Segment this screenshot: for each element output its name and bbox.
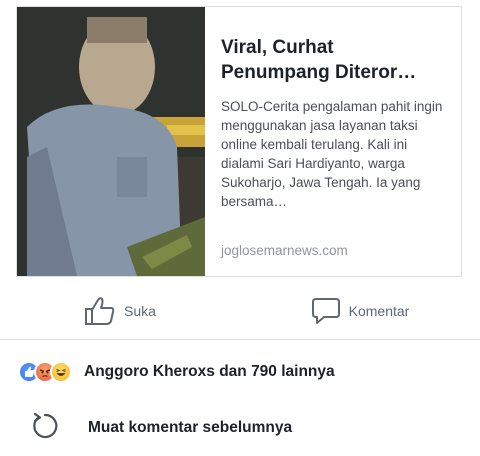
reactions-summary[interactable]: Anggoro Kheroxs dan 790 lainnya xyxy=(0,344,480,400)
comment-bubble-icon xyxy=(311,297,341,325)
reactions-summary-text[interactable]: Anggoro Kheroxs dan 790 lainnya xyxy=(84,363,335,381)
comment-label: Komentar xyxy=(348,302,410,319)
refresh-icon xyxy=(30,411,60,446)
like-button[interactable]: Suka xyxy=(0,282,240,339)
link-preview-image[interactable] xyxy=(17,7,205,276)
photo-placeholder xyxy=(17,7,205,276)
load-previous-comments-label[interactable]: Muat komentar sebelumnya xyxy=(88,419,292,437)
post-actions-bar: Suka Komentar xyxy=(0,282,480,340)
link-preview-card[interactable]: Viral, Curhat Penumpang Diteror… SOLO-Ce… xyxy=(16,6,462,277)
thumbs-up-icon xyxy=(84,296,116,326)
link-title[interactable]: Viral, Curhat Penumpang Diteror… xyxy=(221,35,447,85)
link-domain: joglosemarnews.com xyxy=(221,243,348,258)
haha-icon xyxy=(50,361,72,383)
like-label: Suka xyxy=(124,302,156,319)
load-previous-comments[interactable]: Muat komentar sebelumnya xyxy=(0,404,480,452)
reaction-icons xyxy=(18,361,72,383)
comment-button[interactable]: Komentar xyxy=(240,282,480,339)
link-description: SOLO-Cerita pengalaman pahit ingin mengg… xyxy=(221,99,443,209)
